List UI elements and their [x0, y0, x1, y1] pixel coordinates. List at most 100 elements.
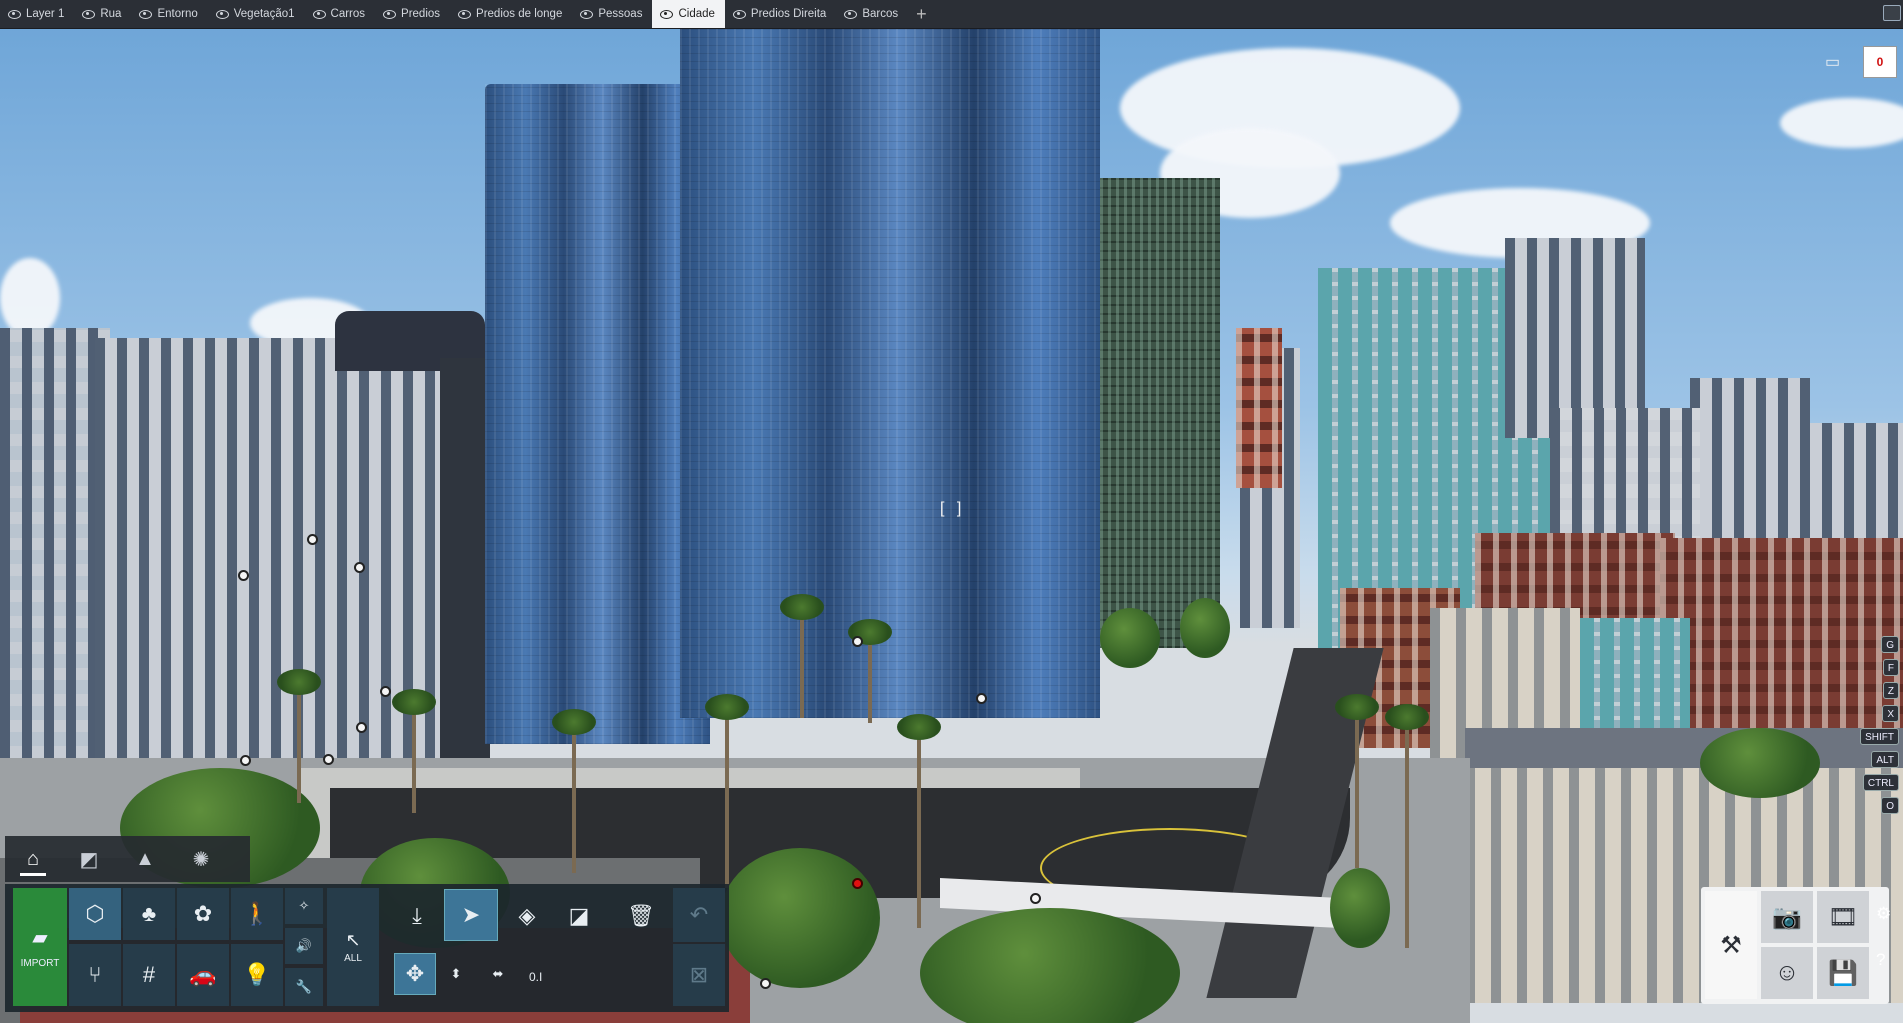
rotate-tool[interactable]: ◈	[505, 894, 549, 938]
snap-value-input[interactable]: 0.I	[529, 970, 542, 984]
vertical-move-button[interactable]: ⬍	[439, 954, 473, 994]
effects-tool[interactable]: ✧	[285, 888, 323, 924]
vehicle-tool[interactable]: 🚗	[177, 944, 229, 1006]
shortcut-key: ALT	[1871, 751, 1899, 768]
selected-object-marker[interactable]	[852, 878, 863, 889]
eye-visibility-icon[interactable]	[660, 9, 674, 19]
photo-mode-button[interactable]: 📷	[1761, 891, 1813, 943]
tool-panel: ▰ IMPORT ⬡ ♣ ✿ 🚶 ✧ 🔊 🔧 ⑂ # 🚗 💡 ↖ ALL ⤓ ➤…	[5, 884, 729, 1012]
layer-tab[interactable]: Rua	[74, 0, 131, 28]
light-bulb-icon: 💡	[243, 962, 271, 987]
save-button[interactable]: 💾	[1817, 947, 1869, 999]
all-objects-tool[interactable]: ↖ ALL	[327, 888, 379, 1006]
up-down-arrow-icon: ⬍	[450, 966, 462, 981]
material-icon[interactable]: ◩	[61, 836, 117, 882]
building-icon: ⬡	[85, 901, 105, 926]
object-marker[interactable]	[976, 693, 987, 704]
layer-tab[interactable]: Layer 1	[0, 0, 74, 28]
object-marker[interactable]	[380, 686, 391, 697]
car-icon: 🚗	[189, 962, 217, 987]
layer-tab[interactable]: Barcos	[836, 0, 908, 28]
deselect-icon: ⊠	[689, 962, 709, 987]
shortcut-key-column: G F Z X SHIFT ALT CTRL O	[1860, 636, 1899, 814]
layer-tab-label: Predios de longe	[476, 8, 563, 20]
arrow-icon: ↖	[345, 930, 361, 950]
construction-mode-button[interactable]: ⚒	[1705, 891, 1757, 999]
utility-tool[interactable]: 🔧	[285, 968, 323, 1006]
horizontal-move-button[interactable]: ⬌	[481, 954, 515, 994]
eye-visibility-icon[interactable]	[312, 9, 326, 19]
layer-tab[interactable]: Predios de longe	[450, 0, 572, 28]
buildings-tool[interactable]: ⬡	[69, 888, 121, 940]
object-marker[interactable]	[307, 534, 318, 545]
eye-visibility-icon[interactable]	[458, 9, 472, 19]
undo-button[interactable]: ↶	[673, 888, 725, 942]
eye-visibility-icon[interactable]	[139, 9, 153, 19]
home-icon[interactable]: ⌂	[5, 836, 61, 882]
eye-visibility-icon[interactable]	[383, 9, 397, 19]
layer-tab[interactable]: Vegetação1	[208, 0, 305, 28]
object-marker[interactable]	[356, 722, 367, 733]
sun-icon[interactable]: ✺	[173, 836, 229, 882]
eye-visibility-icon[interactable]	[580, 9, 594, 19]
layer-tab[interactable]: Predios Direita	[725, 0, 836, 28]
fence-tool[interactable]: #	[123, 944, 175, 1006]
fence-icon: #	[142, 962, 156, 987]
layer-tab-label: Barcos	[862, 8, 899, 20]
eye-visibility-icon[interactable]	[732, 9, 746, 19]
select-tool[interactable]: ➤	[444, 889, 498, 941]
notification-counter[interactable]: 0	[1863, 46, 1897, 78]
shortcut-key: G	[1881, 636, 1899, 653]
help-icon[interactable]: ?	[1876, 950, 1891, 970]
object-marker[interactable]	[760, 978, 771, 989]
object-marker[interactable]	[1030, 893, 1041, 904]
move-icon: ✥	[405, 961, 425, 986]
eye-visibility-icon[interactable]	[82, 9, 96, 19]
eye-visibility-icon[interactable]	[215, 9, 229, 19]
layer-tab[interactable]: Carros	[305, 0, 376, 28]
settings-gear-icon[interactable]: ⚙	[1876, 904, 1891, 924]
layer-tab[interactable]: Entorno	[131, 0, 207, 28]
sound-tool[interactable]: 🔊	[285, 928, 323, 964]
deselect-button[interactable]: ⊠	[673, 944, 725, 1006]
delete-button[interactable]: 🗑	[619, 894, 663, 938]
drop-to-ground-button[interactable]: ⤓	[395, 894, 439, 938]
layer-tab[interactable]: Predios	[375, 0, 450, 28]
add-vegetation-tool[interactable]: ✿	[177, 888, 229, 940]
save-icon: 💾	[1828, 959, 1858, 987]
panorama-button[interactable]: ☺	[1761, 947, 1813, 999]
render-panel: ⚒ 📷 🎞 ☺ 💾	[1701, 887, 1889, 1004]
import-button[interactable]: ▰ IMPORT	[13, 888, 67, 1006]
avatar-icon: ☺	[1774, 959, 1800, 986]
furniture-tool[interactable]: ⑂	[69, 944, 121, 1006]
terrain-icon[interactable]: ▲	[117, 836, 173, 882]
magic-wand-icon: ✧	[298, 898, 310, 913]
left-right-arrow-icon: ⬌	[492, 966, 504, 981]
person-icon: 🚶	[243, 901, 271, 926]
object-toolbox: ⌂ ◩ ▲ ✺ ▰ IMPORT ⬡ ♣ ✿ 🚶 ✧ 🔊 🔧 ⑂ # 🚗 💡 ↖ AL…	[5, 836, 729, 1014]
people-tool[interactable]: 🚶	[231, 888, 283, 940]
object-marker[interactable]	[238, 570, 249, 581]
monitor-icon[interactable]: ▭	[1825, 52, 1849, 71]
layer-tab[interactable]: Cidade	[652, 0, 725, 28]
scale-tool[interactable]: ◪	[557, 894, 601, 938]
speaker-icon: 🔊	[295, 938, 313, 953]
layer-tab-label: Layer 1	[26, 8, 65, 20]
window-toggle-button[interactable]	[1883, 5, 1901, 21]
chair-icon: ⑂	[88, 962, 102, 987]
lighting-tool[interactable]: 💡	[231, 944, 283, 1006]
eye-visibility-icon[interactable]	[844, 9, 858, 19]
add-layer-button[interactable]: +	[908, 0, 935, 28]
trash-icon: 🗑	[627, 903, 655, 928]
layer-tab-label: Entorno	[157, 8, 198, 20]
film-icon: 🎞	[1827, 903, 1859, 931]
tree-tool[interactable]: ♣	[123, 888, 175, 940]
video-mode-button[interactable]: 🎞	[1817, 891, 1869, 943]
object-marker[interactable]	[240, 755, 251, 766]
eye-visibility-icon[interactable]	[8, 9, 21, 19]
object-marker[interactable]	[354, 562, 365, 573]
move-tool[interactable]: ✥	[394, 953, 436, 995]
layer-tab[interactable]: Pessoas	[572, 0, 652, 28]
object-marker[interactable]	[852, 636, 863, 647]
object-marker[interactable]	[323, 754, 334, 765]
